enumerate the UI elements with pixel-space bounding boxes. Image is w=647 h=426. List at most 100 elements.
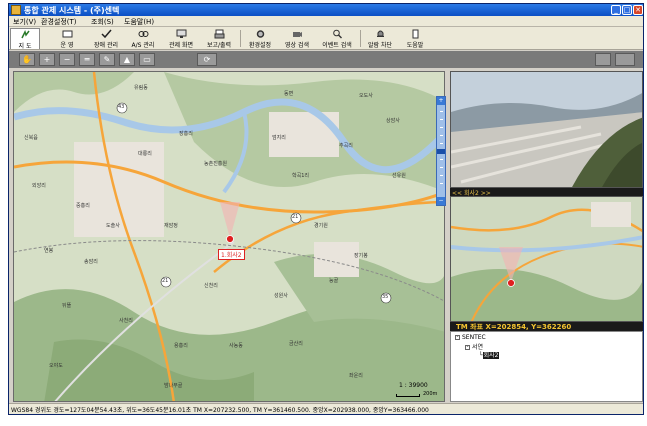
minimize-button[interactable]: _ [611, 5, 621, 15]
device-tree: - SENTEC - 서연 └회사2 [450, 331, 643, 402]
tab-operation[interactable]: 운 영 [53, 28, 81, 49]
scale-unit: 200m [423, 391, 438, 397]
zoom-tick [440, 135, 443, 136]
tree-leaf[interactable]: └회사2 [479, 350, 500, 359]
place-label: 상암사 [386, 118, 400, 124]
tab-event-search[interactable]: 이벤트 검색 [317, 28, 357, 49]
place-label: 금산리 [289, 341, 303, 347]
link-icon [138, 31, 148, 37]
map-canvas [14, 72, 444, 401]
collapse-icon[interactable]: - [465, 345, 470, 350]
refresh-tool-button[interactable]: ⟳ [197, 53, 217, 66]
screen-icon [176, 29, 186, 38]
place-label: 동면 [284, 91, 294, 97]
pan-tool-button[interactable]: ✋ [19, 53, 35, 66]
camera-marker-label[interactable]: 1.회사2 [218, 249, 245, 260]
scale-ratio: 1 : 39900 [399, 382, 428, 389]
search-icon [332, 29, 342, 39]
collapse-icon[interactable]: - [455, 335, 460, 340]
tab-as-label: A/S 관리 [131, 42, 155, 49]
menu-help[interactable]: 도움말(H) [124, 17, 154, 27]
place-label: 학곡1리 [292, 173, 309, 179]
maximize-button[interactable]: □ [622, 5, 632, 15]
tab-video-search[interactable]: 영상 검색 [279, 28, 315, 49]
tab-report-label: 보고/출력 [206, 42, 232, 49]
place-label: 용흥리 [174, 343, 188, 349]
place-label: 유림동 [134, 85, 148, 91]
place-label: 오야도 [49, 363, 63, 369]
panel-toggle-button[interactable] [595, 53, 611, 66]
place-label: 엄지리 [272, 135, 286, 141]
map-icon [20, 30, 30, 39]
route-shield-label: 43 [118, 104, 125, 110]
tab-report[interactable]: 보고/출력 [201, 28, 237, 49]
cctv-image [451, 72, 642, 187]
status-bar: WGS84 경위도 경도=127도04분54.43초, 위도=36도45분16.… [9, 403, 643, 414]
place-label: 사농동 [229, 343, 243, 349]
tab-map-label: 지 도 [18, 43, 32, 50]
place-label: 대룡리 [138, 151, 152, 157]
cctv-caption-bar: << 회사2 >> [450, 188, 643, 197]
place-label: 외앙리 [32, 183, 46, 189]
sync-button[interactable] [615, 53, 635, 66]
erase-tool-button[interactable]: ✎ [99, 53, 115, 66]
app-window: 통합 관제 시스템 - (주)센텍 _ □ ✕ 보기(V) 환경설정(T) 조회… [8, 3, 644, 415]
tab-event-search-label: 이벤트 검색 [322, 42, 352, 49]
place-label: 장흥리 [179, 131, 193, 137]
tab-control[interactable]: 관제 화면 [163, 28, 199, 49]
scale-bar [396, 394, 420, 397]
menu-view[interactable]: 보기(V) [13, 17, 36, 27]
zoom-tick [440, 119, 443, 120]
window-title: 통합 관제 시스템 - (주)센텍 [24, 6, 120, 15]
zoom-tick [440, 167, 443, 168]
tree-root-label: SENTEC [462, 334, 486, 341]
tab-help[interactable]: 도움말 [401, 28, 429, 49]
zoom-tick [440, 127, 443, 128]
place-label: 연봉 [44, 248, 54, 254]
cctv-video-view[interactable] [450, 71, 643, 188]
bell-icon [376, 30, 384, 37]
main-map[interactable]: 43 21 21 35 유림동 동면 오도사 장흥리 엄지리 추곡리 상암사 선… [13, 71, 445, 402]
place-label: 선유원 [392, 173, 406, 179]
area-tool-button[interactable]: ▲ [119, 53, 135, 66]
tab-help-label: 도움말 [406, 42, 424, 49]
tab-environment[interactable]: 환경설정 [243, 28, 277, 49]
tab-operation-label: 운 영 [60, 42, 74, 49]
zoom-out-button[interactable]: − [437, 197, 445, 205]
menu-settings[interactable]: 환경설정(T) [41, 17, 77, 27]
help-icon [412, 29, 418, 39]
measure-tool-button[interactable]: ═ [79, 53, 95, 66]
tab-fault-label: 장애 관리 [94, 42, 118, 49]
toolbar-separator [360, 30, 361, 47]
zoom-in-button[interactable]: + [437, 97, 445, 105]
place-label: 중흥리 [76, 203, 90, 209]
place-label: 밤나무골 [164, 383, 183, 389]
camera-icon [292, 32, 302, 37]
route-shield-label: 21 [292, 214, 299, 220]
check-icon [100, 29, 112, 39]
tree-root[interactable]: - SENTEC [455, 334, 486, 341]
place-label: 농촌진흥원 [204, 161, 228, 167]
tab-as[interactable]: A/S 관리 [125, 28, 161, 49]
tab-alarm-block[interactable]: 알람 차단 [363, 28, 397, 49]
place-label: 도솔사 [106, 223, 120, 229]
zoom-in-tool-button[interactable]: + [39, 53, 55, 66]
place-label: 좌운리 [349, 373, 363, 379]
tab-fault[interactable]: 장애 관리 [89, 28, 123, 49]
zoom-out-tool-button[interactable]: − [59, 53, 75, 66]
zoom-tick [440, 159, 443, 160]
zoom-slider[interactable]: + − [436, 96, 446, 206]
printer-icon [214, 29, 224, 39]
mini-map[interactable] [450, 196, 643, 322]
menu-search[interactable]: 조회(S) [91, 17, 114, 27]
zoom-thumb[interactable] [437, 149, 445, 154]
place-label: 신북읍 [24, 135, 38, 141]
close-button[interactable]: ✕ [633, 5, 643, 15]
menu-bar: 보기(V) 환경설정(T) 조회(S) 도움말(H) [9, 16, 643, 27]
title-bar[interactable]: 통합 관제 시스템 - (주)센텍 _ □ ✕ [9, 4, 643, 16]
place-label: 재암정 [164, 223, 178, 229]
tree-leaf-label: 회사2 [482, 352, 500, 359]
tab-map[interactable]: 지 도 [10, 28, 40, 50]
place-label: 신천리 [204, 283, 218, 289]
print-tool-button[interactable]: ▭ [139, 53, 155, 66]
